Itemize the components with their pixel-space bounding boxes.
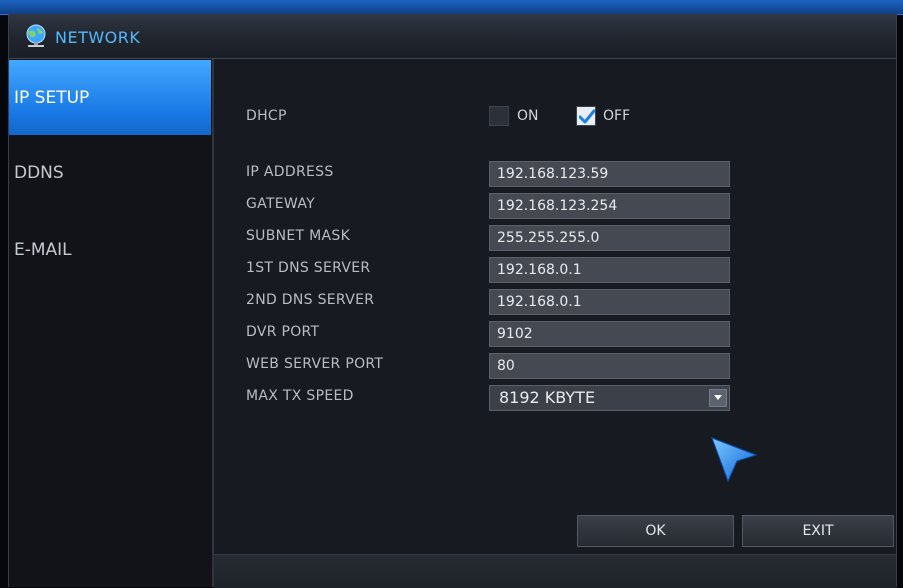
- footer-bar: [214, 554, 896, 588]
- sidebar-item-email[interactable]: E-MAIL: [9, 212, 211, 287]
- dns1-label: 1ST DNS SERVER: [246, 260, 371, 276]
- dhcp-on-label: ON: [517, 108, 539, 124]
- dhcp-off-checkbox[interactable]: [576, 106, 596, 126]
- chevron-down-icon: [714, 395, 722, 400]
- dvr-port-label: DVR PORT: [246, 324, 320, 340]
- ip-address-field[interactable]: 192.168.123.59: [489, 161, 730, 187]
- max-tx-speed-label: MAX TX SPEED: [246, 388, 354, 404]
- dhcp-label: DHCP: [246, 108, 287, 124]
- dhcp-off-label: OFF: [603, 108, 631, 124]
- web-server-port-label: WEB SERVER PORT: [246, 356, 384, 372]
- title-bar: NETWORK: [9, 14, 896, 59]
- network-window: NETWORK IP SETUP DDNS E-MAIL DHCP ON OFF…: [8, 14, 897, 588]
- dhcp-on-checkbox[interactable]: [489, 106, 509, 126]
- dropdown-button[interactable]: [709, 389, 727, 407]
- dns2-label: 2ND DNS SERVER: [246, 292, 375, 308]
- ok-button[interactable]: OK: [577, 515, 734, 547]
- gateway-label: GATEWAY: [246, 196, 315, 212]
- checkmark-icon: [579, 109, 595, 124]
- sidebar-item-label: IP SETUP: [14, 87, 90, 108]
- gateway-field[interactable]: 192.168.123.254: [489, 193, 730, 219]
- subnet-mask-label: SUBNET MASK: [246, 228, 351, 244]
- network-globe-icon: [26, 24, 46, 47]
- mouse-pointer-icon: [711, 437, 758, 483]
- sidebar-item-label: E-MAIL: [14, 239, 72, 260]
- dns2-field[interactable]: 192.168.0.1: [489, 289, 730, 315]
- exit-button[interactable]: EXIT: [742, 515, 894, 547]
- sidebar: IP SETUP DDNS E-MAIL: [9, 59, 214, 587]
- max-tx-speed-value: 8192 KBYTE: [499, 388, 596, 407]
- subnet-mask-field[interactable]: 255.255.255.0: [489, 225, 730, 251]
- sidebar-item-ip-setup[interactable]: IP SETUP: [9, 60, 211, 135]
- dns1-field[interactable]: 192.168.0.1: [489, 257, 730, 283]
- max-tx-speed-select[interactable]: 8192 KBYTE: [489, 385, 730, 411]
- window-title: NETWORK: [55, 28, 141, 47]
- top-strip: [0, 0, 903, 15]
- sidebar-item-label: DDNS: [14, 162, 64, 183]
- ip-address-label: IP ADDRESS: [246, 164, 334, 180]
- sidebar-item-ddns[interactable]: DDNS: [9, 135, 211, 210]
- dvr-port-field[interactable]: 9102: [489, 321, 730, 347]
- ip-setup-panel: DHCP ON OFF IP ADDRESS 192.168.123.59 GA…: [214, 59, 896, 588]
- web-server-port-field[interactable]: 80: [489, 353, 730, 379]
